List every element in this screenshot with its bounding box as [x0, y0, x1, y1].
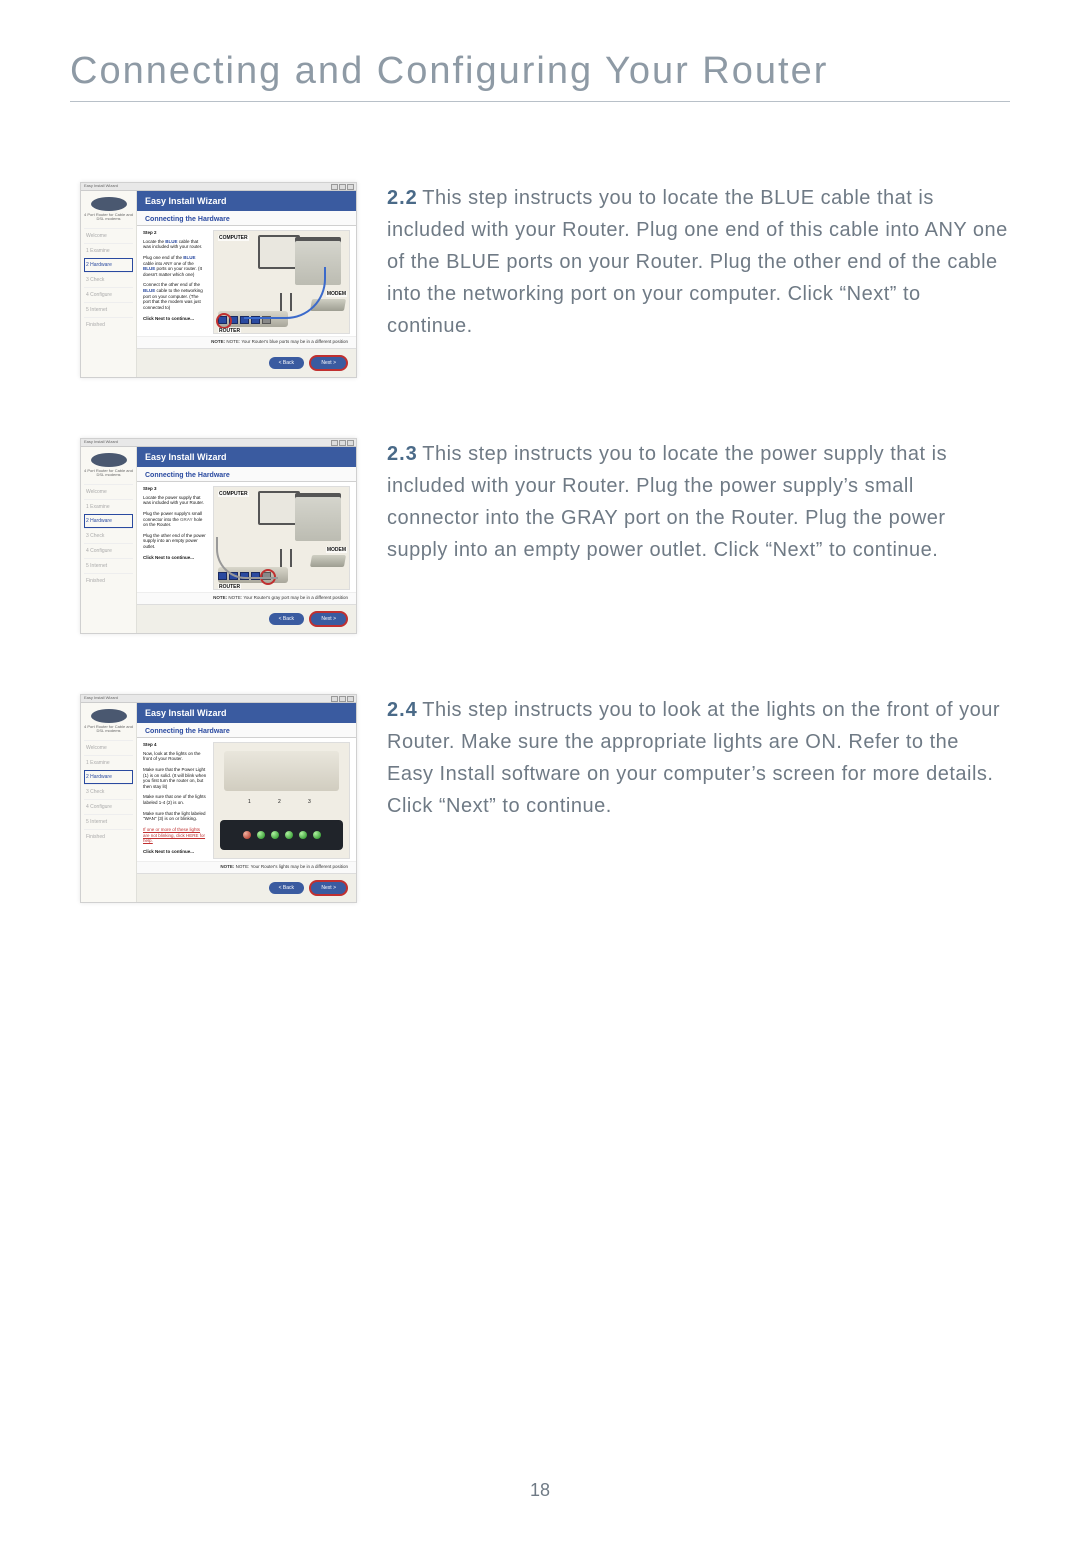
port-led — [257, 831, 265, 839]
wizard-screenshot-3: Easy Install Wizard 4 Port Router for Ca… — [80, 694, 357, 903]
wizard-header: Easy Install Wizard — [137, 191, 356, 211]
step-text: This step instructs you to locate the BL… — [387, 187, 1008, 337]
step-number: 2.2 — [387, 187, 418, 209]
wizard-instructions: Step 2 Locate the BLUE cable that was in… — [143, 230, 207, 334]
next-button[interactable]: Next > — [309, 611, 348, 627]
back-button[interactable]: < Back — [269, 882, 304, 894]
row-step-2-3: Easy Install Wizard 4 Port Router for Ca… — [70, 438, 1010, 634]
wizard-titlebar: Easy Install Wizard — [81, 183, 356, 191]
back-button[interactable]: < Back — [269, 613, 304, 625]
page-title: Connecting and Configuring Your Router — [70, 50, 1010, 102]
router-top-illustration — [224, 751, 339, 791]
brand-logo — [91, 197, 127, 211]
row-step-2-2: Easy Install Wizard 4 Port Router for Ca… — [70, 182, 1010, 378]
wizard-screenshot-2: Easy Install Wizard 4 Port Router for Ca… — [80, 438, 357, 634]
wizard-illustration: COMPUTER MODEM ROUTER — [213, 230, 350, 334]
wizard-screenshot-1: Easy Install Wizard 4 Port Router for Ca… — [80, 182, 357, 378]
next-button[interactable]: Next > — [309, 355, 348, 371]
wizard-subheader: Connecting the Hardware — [137, 211, 356, 226]
page-number: 18 — [0, 1480, 1080, 1501]
power-led — [243, 831, 251, 839]
row-step-2-4: Easy Install Wizard 4 Port Router for Ca… — [70, 694, 1010, 903]
router-lights-strip — [220, 820, 343, 850]
next-button[interactable]: Next > — [309, 880, 348, 896]
wan-led — [313, 831, 321, 839]
page: Connecting and Configuring Your Router E… — [0, 0, 1080, 1541]
blue-cable — [244, 267, 326, 319]
wizard-note: NOTE: NOTE: Your Router's blue ports may… — [137, 336, 356, 348]
back-button[interactable]: < Back — [269, 357, 304, 369]
wizard-sidebar: 4 Port Router for Cable and DSL modems W… — [81, 191, 137, 377]
